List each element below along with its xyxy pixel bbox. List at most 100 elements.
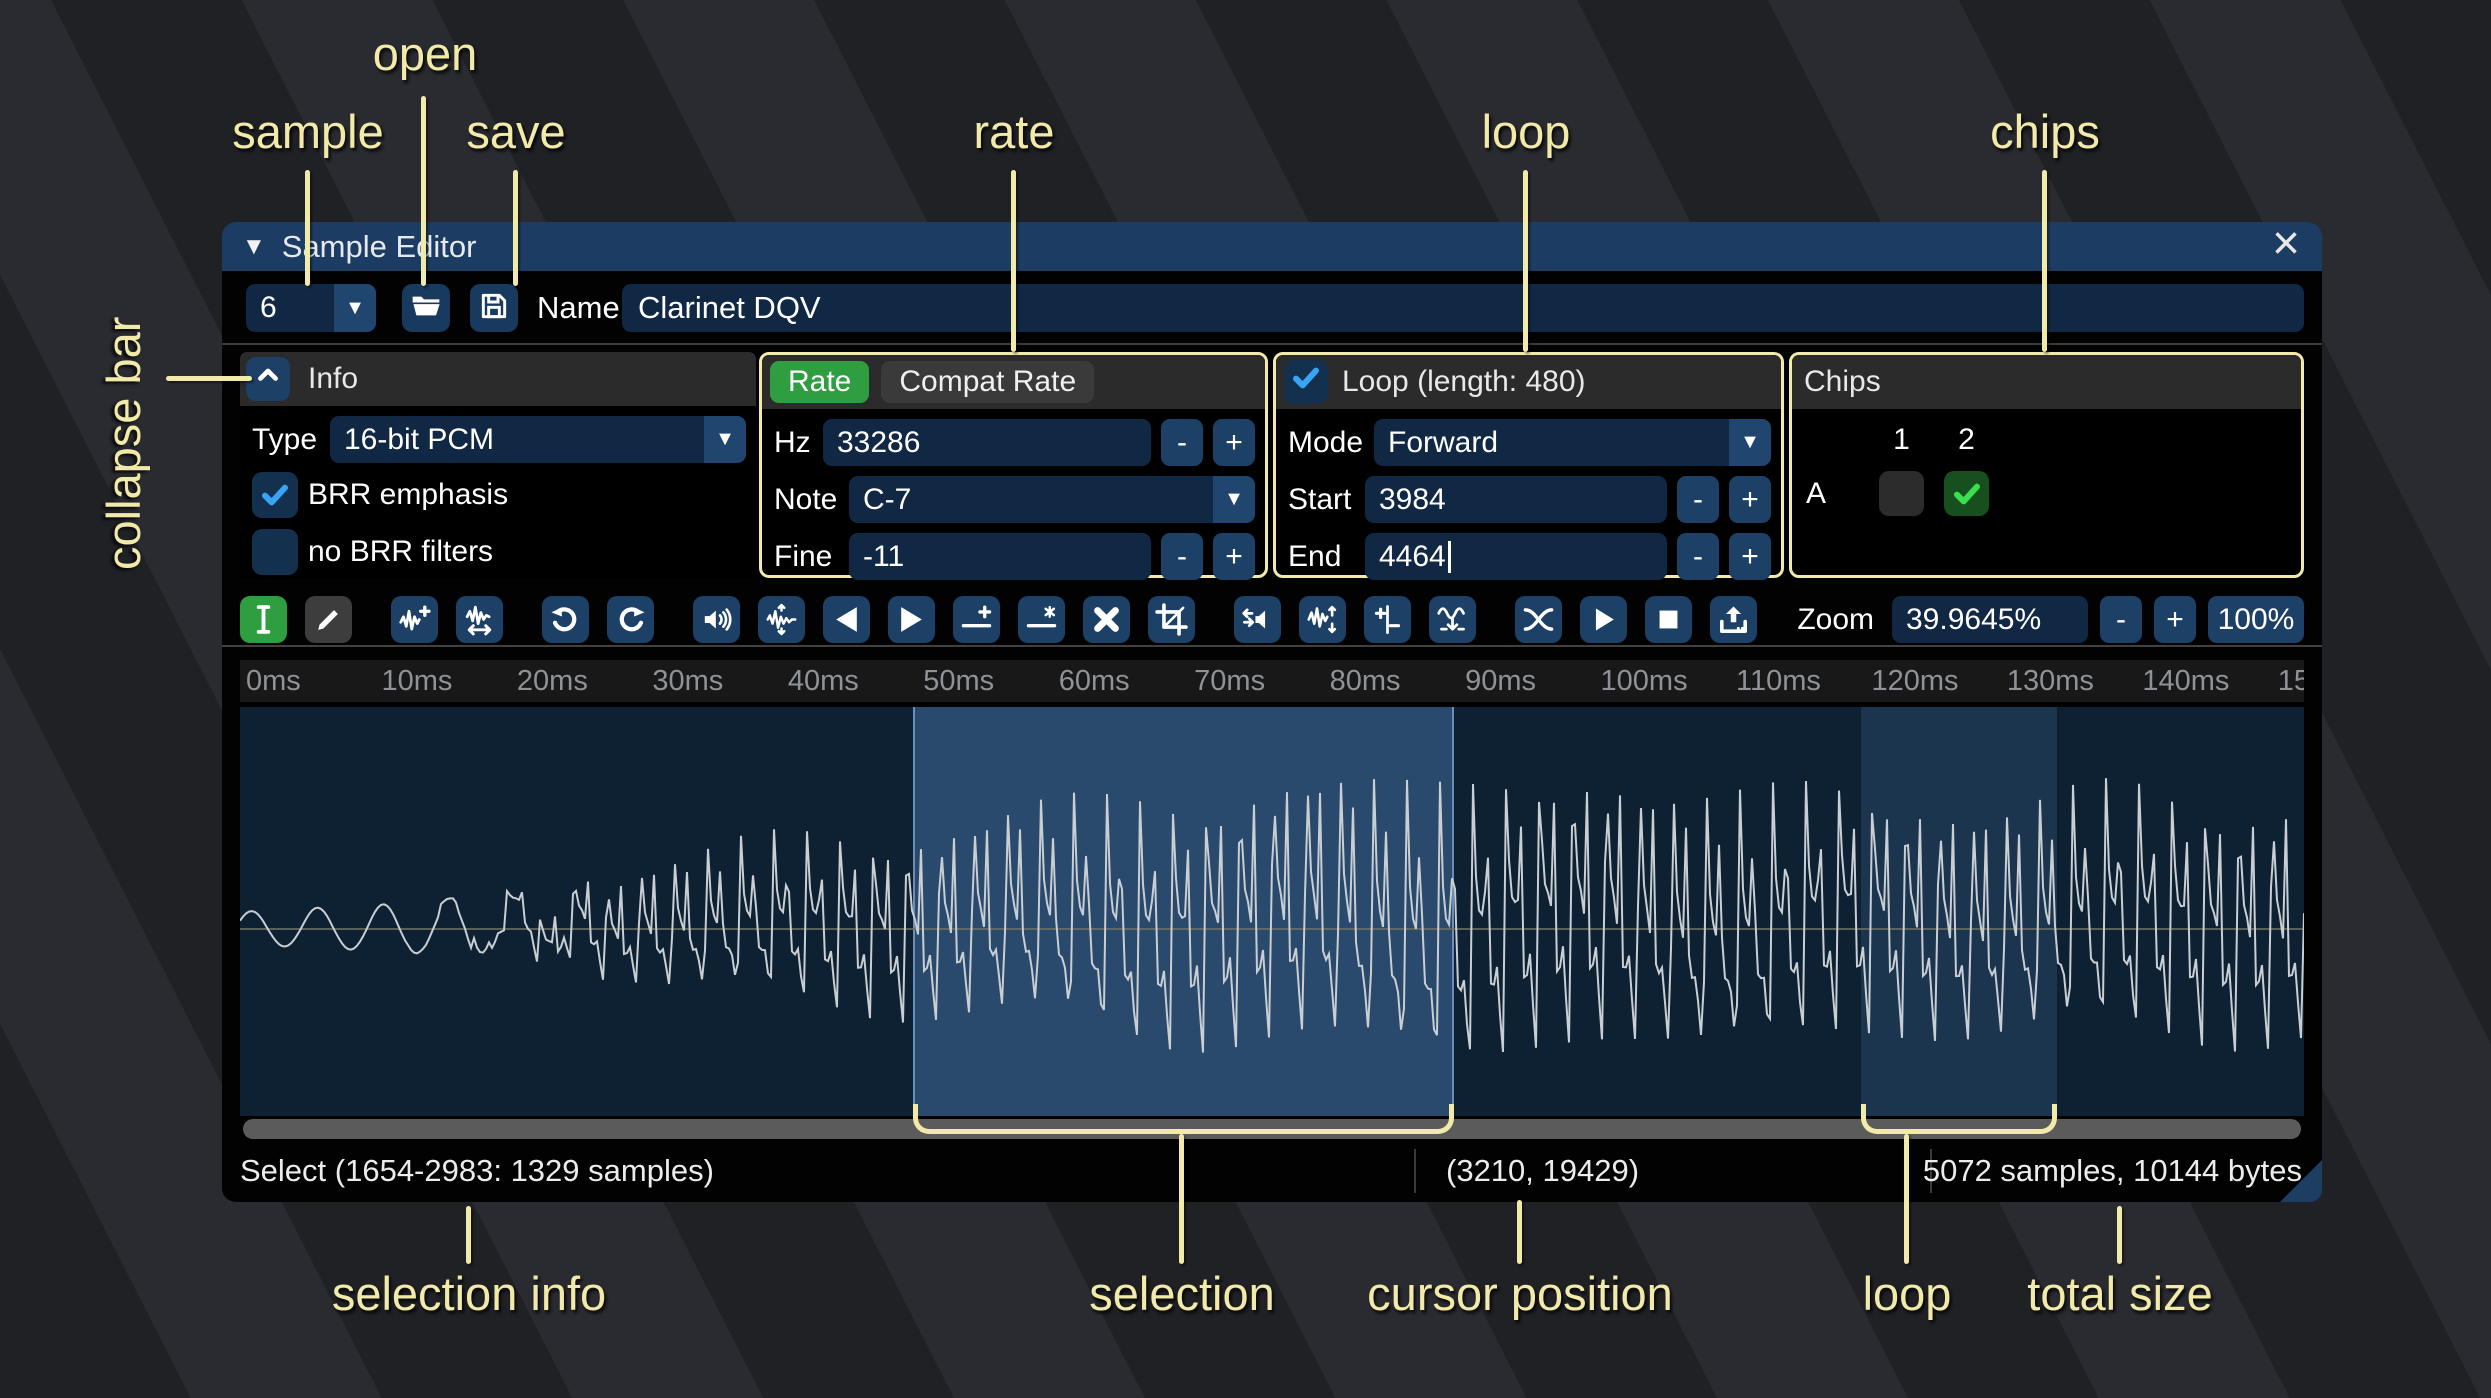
chip-checkbox[interactable] [1944,471,1989,516]
zoom-input[interactable]: 39.9645% [1892,596,2088,643]
hz-plus-button[interactable]: + [1213,419,1255,466]
loop-start-label: Start [1288,482,1352,516]
name-input[interactable]: Clarinet DQV [622,284,2304,332]
sample-number-value: 6 [260,291,277,324]
play-button[interactable] [1580,596,1627,643]
loop-enable-checkbox[interactable] [1284,360,1328,404]
checkbox-no-brr-filters[interactable] [252,528,298,575]
annotation-line [513,170,518,286]
sign-button[interactable] [1364,596,1411,643]
zoom-reset-button[interactable]: 100% [2208,596,2304,643]
resample-button[interactable] [456,596,503,643]
ruler-tick-label: 10ms [381,665,453,697]
trim-button[interactable] [1148,596,1195,643]
undo-button[interactable] [542,596,589,643]
chevron-down-icon[interactable]: ▼ [704,416,746,463]
delete-button[interactable] [1083,596,1130,643]
speaker-icon [704,608,732,631]
select-tool-button[interactable] [240,596,287,643]
annotation-line [466,1206,471,1264]
resize-button[interactable] [391,596,438,643]
loop-end-input[interactable]: 4464 [1365,533,1667,580]
collapse-bar-button[interactable] [246,357,290,401]
selection-info-text: Select (1654-2983: 1329 samples) [240,1153,714,1188]
hz-minus-button[interactable]: - [1161,419,1203,466]
normalize-button[interactable] [758,596,805,643]
check-icon [262,484,288,505]
checkbox-brr-emphasis[interactable] [252,471,298,518]
zoom-out-button[interactable]: - [2100,596,2142,643]
annotation-loop-top: loop [1481,105,1571,158]
waveform-view[interactable] [240,707,2304,1116]
loop-end-minus-button[interactable]: - [1677,533,1719,580]
annotation-line [2117,1206,2122,1264]
fine-minus-button[interactable]: - [1161,533,1203,580]
chip-checkbox[interactable] [1879,471,1924,516]
reverse-button[interactable] [1234,596,1281,643]
undo-icon [551,607,577,632]
mode-label: Mode [1288,425,1364,459]
ruler-tick-label: 80ms [1329,665,1401,697]
tab-rate[interactable]: Rate [770,361,870,403]
crossfade-button[interactable] [1515,596,1562,643]
ruler-tick-label: 140ms [2142,665,2230,697]
filter-button[interactable] [1429,596,1476,643]
apply-silence-button[interactable] [1018,596,1065,643]
chevron-down-icon[interactable]: ▼ [334,284,376,332]
loop-panel: Loop (length: 480) Mode Forward ▼ Start … [1273,352,1784,580]
save-sample-button[interactable] [470,284,518,332]
fade-out-icon [901,607,922,632]
annotation-line [1179,1134,1184,1264]
loop-mode-select[interactable]: Forward ▼ [1374,419,1771,466]
fine-label: Fine [774,539,833,573]
fine-plus-button[interactable]: + [1213,533,1255,580]
upload-button[interactable] [1710,596,1757,643]
titlebar: ▼ Sample Editor × [222,218,2322,271]
chevron-down-icon[interactable]: ▼ [1213,476,1255,523]
loop-mode-value: Forward [1388,425,1499,459]
tab-compat-rate[interactable]: Compat Rate [881,361,1095,403]
ruler-tick-label: 110ms [1735,665,1821,697]
invert-button[interactable] [1299,596,1346,643]
sample-number-select[interactable]: 6 ▼ [246,284,376,332]
fade-in-button[interactable] [823,596,870,643]
annotation-rate: rate [973,105,1055,158]
ruler-tick-label: 130ms [2006,665,2094,697]
loop-end-plus-button[interactable]: + [1729,533,1771,580]
fade-out-button[interactable] [888,596,935,643]
chips-panel-title: Chips [1804,365,1881,398]
zoom-in-button[interactable]: + [2154,596,2196,643]
open-sample-button[interactable] [402,284,450,332]
name-label: Name [537,290,620,325]
annotation-loop-brace [1861,1104,2057,1134]
type-value: 16-bit PCM [344,422,495,456]
ruler-tick-label: 150ms [2277,665,2304,697]
window-collapse-triangle-icon[interactable]: ▼ [242,233,266,261]
divider [222,645,2322,647]
fine-input[interactable]: -11 [849,533,1151,580]
draw-tool-button[interactable] [305,596,352,643]
amplify-button[interactable] [693,596,740,643]
insert-silence-button[interactable] [953,596,1000,643]
loop-start-input[interactable]: 3984 [1365,476,1667,523]
loop-start-plus-button[interactable]: + [1729,476,1771,523]
annotation-loop-bottom: loop [1862,1267,1952,1320]
hz-input[interactable]: 33286 [823,419,1151,466]
chevron-down-icon[interactable]: ▼ [1729,419,1771,466]
fade-in-icon [836,607,857,632]
window-title: Sample Editor [281,228,477,264]
type-select[interactable]: 16-bit PCM ▼ [330,416,746,463]
annotation-line [1523,170,1528,352]
annotation-save: save [466,105,566,158]
stop-button[interactable] [1645,596,1692,643]
note-select[interactable]: C-7 ▼ [849,476,1255,523]
ruler-tick-label: 20ms [516,665,588,697]
loop-start-minus-button[interactable]: - [1677,476,1719,523]
annotation-line [1011,170,1016,352]
cursor-position-text: (3210, 19429) [1446,1153,1640,1188]
redo-button[interactable] [607,596,654,643]
rate-panel: Rate Compat Rate Hz 33286 - + Note C-7 ▼… [759,352,1268,580]
annotation-line [1904,1134,1909,1264]
close-icon[interactable]: × [2264,218,2308,270]
status-bar: Select (1654-2983: 1329 samples) (3210, … [222,1140,2322,1202]
